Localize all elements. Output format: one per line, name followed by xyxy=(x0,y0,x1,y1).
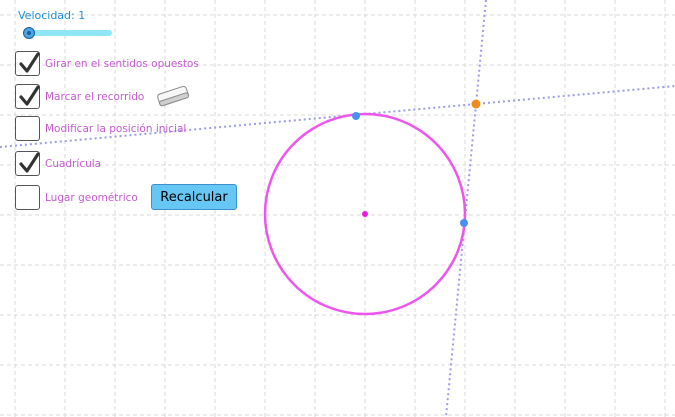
checkmark-icon xyxy=(19,152,40,173)
checkbox-grid[interactable] xyxy=(15,151,40,176)
checkbox-row-rotate-opposite[interactable]: Girar en el sentidos opuestos xyxy=(15,50,199,77)
speed-slider-thumb[interactable] xyxy=(23,27,35,39)
checkbox-row-modify-initial-position[interactable]: Modificar la posición inicial xyxy=(15,115,186,142)
checkbox-label-locus: Lugar geométrico xyxy=(45,191,138,204)
checkbox-label-mark-path: Marcar el recorrido xyxy=(45,90,145,103)
checkbox-rotate-opposite[interactable] xyxy=(15,51,40,76)
checkbox-modify-initial-position[interactable] xyxy=(15,116,40,141)
checkbox-locus[interactable] xyxy=(15,185,40,210)
point-right[interactable] xyxy=(460,219,468,227)
point-top[interactable] xyxy=(352,112,360,120)
checkbox-mark-path[interactable] xyxy=(15,84,40,109)
checkmark-icon xyxy=(19,52,40,73)
checkmark-icon xyxy=(19,85,40,106)
recalculate-button[interactable]: Recalcular xyxy=(151,184,237,210)
intersection-point[interactable] xyxy=(471,99,481,109)
eraser-icon[interactable] xyxy=(154,84,192,108)
speed-slider-label: Velocidad: 1 xyxy=(18,9,86,22)
checkbox-label-modify-initial-position: Modificar la posición inicial xyxy=(45,122,187,135)
checkbox-label-grid: Cuadrícula xyxy=(45,157,102,170)
checkbox-row-grid[interactable]: Cuadrícula xyxy=(15,150,101,177)
checkbox-label-rotate-opposite: Girar en el sentidos opuestos xyxy=(45,57,199,70)
center-point[interactable] xyxy=(362,211,368,217)
checkbox-row-mark-path[interactable]: Marcar el recorrido xyxy=(15,83,144,110)
checkbox-row-locus[interactable]: Lugar geométrico xyxy=(15,184,138,211)
speed-slider-track[interactable] xyxy=(28,30,112,36)
